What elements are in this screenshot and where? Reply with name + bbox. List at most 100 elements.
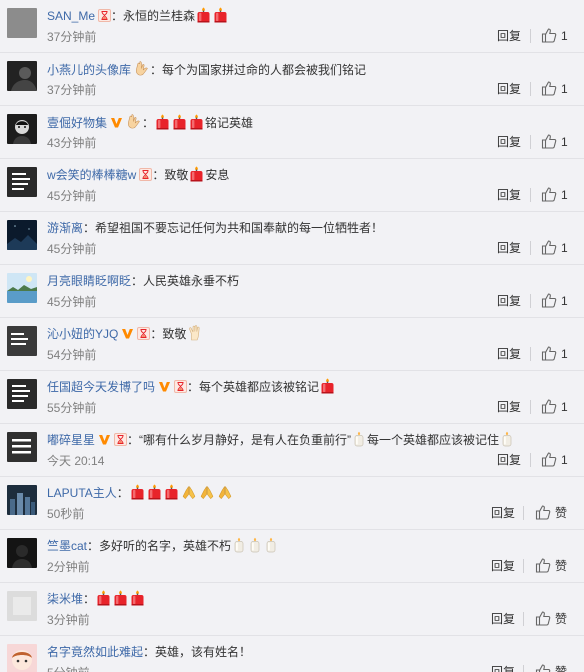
- comment-line: 壹倔好物集 ： 铭记英雄: [47, 113, 253, 135]
- avatar[interactable]: [7, 61, 37, 91]
- comment-time: 37分钟前: [47, 83, 97, 97]
- candle-emoji-icon: [320, 378, 335, 399]
- comment-item: 游渐离：希望祖国不要忘记任何为共和国奉献的每一位牺牲者！ 45分钟前 回复 1: [0, 212, 584, 265]
- comment-time: 37分钟前: [47, 30, 97, 44]
- comment-line: 小燕儿的头像库 ：每个为国家拼过命的人都会被我们铭记: [47, 60, 366, 81]
- comment-line: SAN_Me ：永恒的兰桂森: [47, 7, 229, 28]
- comment-item: 月亮眼睛眨啊眨：人民英雄永垂不朽 45分钟前 回复 1: [0, 265, 584, 318]
- avatar[interactable]: [7, 220, 37, 250]
- like-count[interactable]: 1: [561, 81, 568, 97]
- username-link[interactable]: 月亮眼睛眨啊眨: [47, 274, 131, 288]
- thumbs-up-icon[interactable]: [535, 610, 551, 626]
- reply-button[interactable]: 回复: [497, 452, 521, 468]
- reply-button[interactable]: 回复: [491, 611, 515, 627]
- username-link[interactable]: 任国超今天发博了吗: [47, 380, 155, 394]
- reply-button[interactable]: 回复: [497, 28, 521, 44]
- comment-time: 45分钟前: [47, 189, 97, 203]
- reply-button[interactable]: 回复: [491, 558, 515, 574]
- thumbs-up-icon[interactable]: [541, 398, 557, 414]
- comment-line: LAPUTA主人：: [47, 484, 234, 505]
- action-divider: [530, 135, 531, 149]
- avatar[interactable]: [7, 432, 37, 462]
- candle-emoji-icon: [196, 7, 211, 28]
- comment-time: 54分钟前: [47, 348, 97, 362]
- username-link[interactable]: SAN_Me: [47, 9, 95, 23]
- comment-text: ：英雄，该有姓名！: [143, 645, 252, 659]
- username-link[interactable]: 小燕儿的头像库: [47, 63, 131, 77]
- candle-emoji-icon: [147, 484, 162, 505]
- username-link[interactable]: 嘟碎星星: [47, 433, 95, 447]
- like-count[interactable]: 赞: [555, 611, 567, 627]
- reply-button[interactable]: 回复: [491, 664, 515, 672]
- like-count[interactable]: 赞: [555, 664, 567, 672]
- thumbs-up-icon[interactable]: [541, 80, 557, 96]
- username-link[interactable]: 竺墨cat: [47, 539, 87, 553]
- reply-button[interactable]: 回复: [497, 240, 521, 256]
- comment-line: 任国超今天发博了吗 ：每个英雄都应该被铭记: [47, 378, 336, 399]
- hourglass-badge-icon: [98, 9, 112, 27]
- username-link[interactable]: LAPUTA主人: [47, 486, 117, 500]
- like-count[interactable]: 1: [561, 399, 568, 415]
- thumbs-up-icon[interactable]: [535, 557, 551, 573]
- username-link[interactable]: 名字竟然如此难起: [47, 645, 143, 659]
- action-divider: [530, 241, 531, 255]
- avatar[interactable]: [7, 326, 37, 356]
- thumbs-up-icon[interactable]: [541, 186, 557, 202]
- thumbs-up-icon[interactable]: [541, 451, 557, 467]
- like-count[interactable]: 赞: [555, 558, 567, 574]
- comment-time: 2分钟前: [47, 560, 90, 574]
- reply-button[interactable]: 回复: [491, 505, 515, 521]
- comment-text: ：: [83, 592, 96, 606]
- avatar[interactable]: [7, 8, 37, 38]
- comment-time: 45分钟前: [47, 295, 97, 309]
- comment-item: LAPUTA主人： 50秒前 回复 赞: [0, 477, 584, 530]
- like-count[interactable]: 1: [561, 240, 568, 256]
- comment-item: 柒米堆： 3分钟前 回复 赞: [0, 583, 584, 636]
- avatar[interactable]: [7, 167, 37, 197]
- action-divider: [530, 400, 531, 414]
- comment-item: 任国超今天发博了吗 ：每个英雄都应该被铭记 55分钟前 回复 1: [0, 371, 584, 424]
- comment-time: 55分钟前: [47, 401, 97, 415]
- avatar[interactable]: [7, 273, 37, 303]
- action-divider: [530, 347, 531, 361]
- thumbs-up-icon[interactable]: [541, 239, 557, 255]
- like-count[interactable]: 1: [561, 452, 568, 468]
- thumbs-up-icon[interactable]: [541, 292, 557, 308]
- avatar[interactable]: [7, 591, 37, 621]
- like-count[interactable]: 1: [561, 28, 568, 44]
- username-link[interactable]: w会笑的棒棒糖w: [47, 168, 136, 182]
- candle-emoji-icon: [130, 590, 145, 611]
- comment-item: 小燕儿的头像库 ：每个为国家拼过命的人都会被我们铭记 37分钟前 回复 1: [0, 53, 584, 106]
- action-divider: [523, 665, 524, 672]
- reply-button[interactable]: 回复: [497, 81, 521, 97]
- thumbs-up-icon[interactable]: [535, 504, 551, 520]
- username-link[interactable]: 柒米堆: [47, 592, 83, 606]
- avatar[interactable]: [7, 538, 37, 568]
- username-link[interactable]: 壹倔好物集: [47, 116, 107, 130]
- avatar[interactable]: [7, 485, 37, 515]
- thumbs-up-icon[interactable]: [541, 133, 557, 149]
- like-count[interactable]: 赞: [555, 505, 567, 521]
- clap-emoji-icon: [134, 60, 150, 81]
- reply-button[interactable]: 回复: [497, 293, 521, 309]
- like-count[interactable]: 1: [561, 346, 568, 362]
- reply-button[interactable]: 回复: [497, 346, 521, 362]
- avatar[interactable]: [7, 114, 37, 144]
- like-count[interactable]: 1: [561, 134, 568, 150]
- username-link[interactable]: 游渐离: [47, 221, 83, 235]
- candle-emoji-icon: [352, 431, 366, 452]
- comment-text: ：希望祖国不要忘记任何为共和国奉献的每一位牺牲者！: [83, 221, 384, 235]
- like-count[interactable]: 1: [561, 187, 568, 203]
- reply-button[interactable]: 回复: [497, 134, 521, 150]
- thumbs-up-icon[interactable]: [541, 27, 557, 43]
- comment-text-tail: 铭记英雄: [205, 116, 254, 130]
- like-count[interactable]: 1: [561, 293, 568, 309]
- avatar[interactable]: [7, 379, 37, 409]
- reply-button[interactable]: 回复: [497, 187, 521, 203]
- avatar[interactable]: [7, 644, 37, 672]
- thumbs-up-icon[interactable]: [535, 663, 551, 672]
- candle-emoji-icon: [189, 114, 204, 135]
- reply-button[interactable]: 回复: [497, 399, 521, 415]
- thumbs-up-icon[interactable]: [541, 345, 557, 361]
- username-link[interactable]: 沁小妞的YJQ: [47, 327, 118, 341]
